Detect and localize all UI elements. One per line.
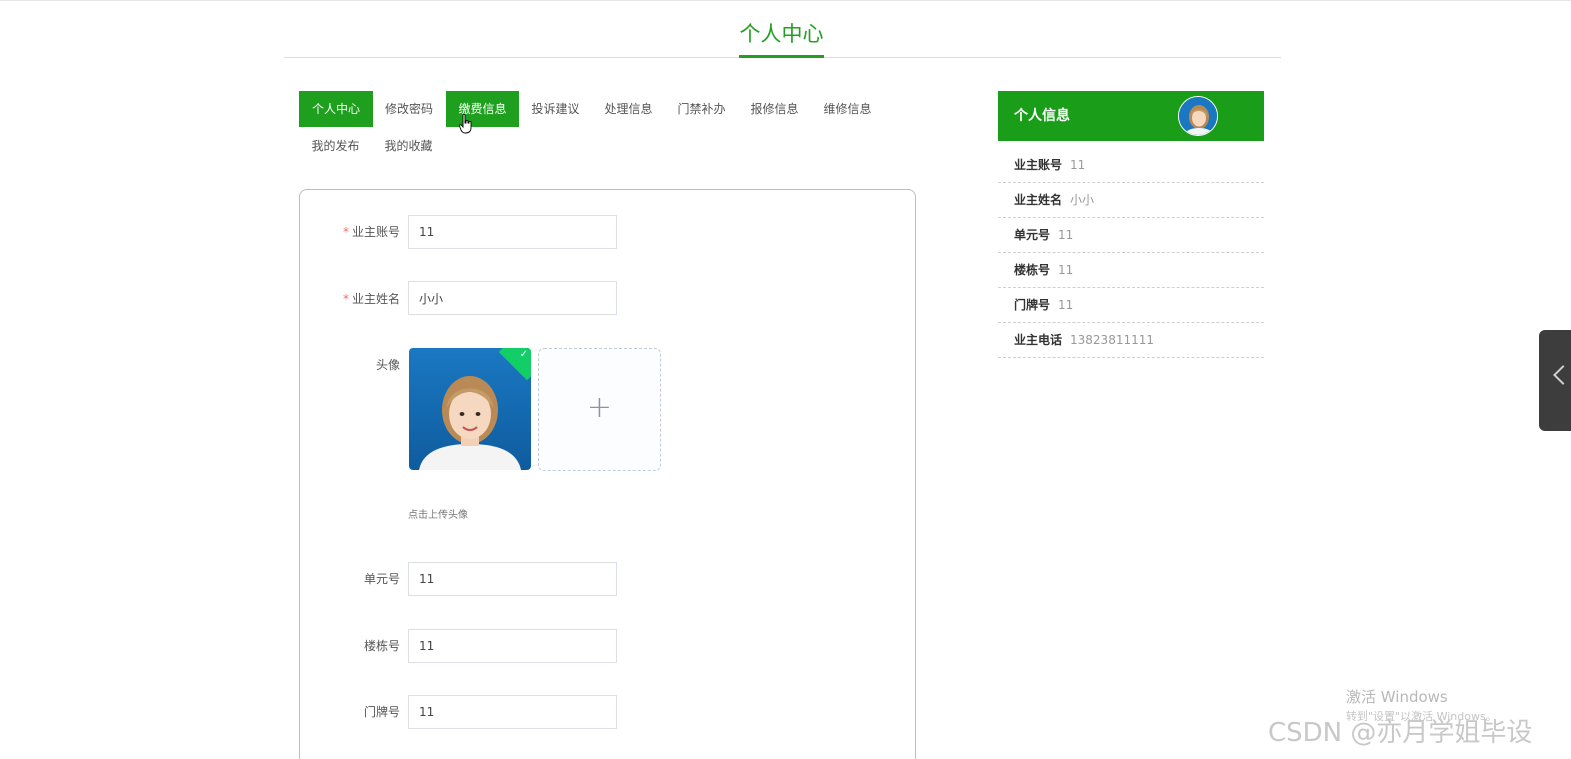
info-row-phone: 业主电话 13823811111 [998,323,1264,358]
required-mark: * [342,225,349,239]
tab-repair-report[interactable]: 报修信息 [738,91,811,127]
windows-activation-title: 激活 Windows [1346,688,1448,706]
avatar-label: 头像 [375,358,400,372]
page-title: 个人中心 [739,18,824,58]
tab-complaints[interactable]: 投诉建议 [519,91,592,127]
sidebar-title: 个人信息 [1014,108,1070,124]
tab-payment-info[interactable]: 缴费信息 [446,91,519,127]
info-row-account: 业主账号 11 [998,148,1264,183]
name-label: * 业主姓名 [300,291,400,307]
sidebar-avatar-photo [1179,97,1217,135]
plus-icon: + [586,390,613,425]
tab-my-posts[interactable]: 我的发布 [299,128,372,164]
hand-pointer-icon [459,114,472,134]
tab-change-password[interactable]: 修改密码 [372,91,446,127]
check-icon: ✓ [519,349,528,360]
info-value: 13823811111 [1070,333,1154,347]
upload-tip: 点击上传头像 [408,510,468,521]
info-key: 业主电话 [1014,333,1063,347]
info-value: 11 [1058,228,1074,242]
info-key: 单元号 [1014,228,1051,242]
csdn-watermark: CSDN @亦月学姐毕设 [1268,718,1533,748]
tab-maintenance-info[interactable]: 维修信息 [811,91,884,127]
building-input[interactable] [408,629,617,663]
building-label: 楼栋号 [363,639,400,653]
name-input[interactable] [408,281,617,315]
profile-form-card [299,189,916,759]
info-value: 11 [1070,158,1086,172]
info-value: 小小 [1070,193,1095,207]
door-input[interactable] [408,695,617,729]
account-label-text: 业主账号 [351,225,400,239]
tab-access-card[interactable]: 门禁补办 [665,91,738,127]
tab-personal-center[interactable]: 个人中心 [299,91,373,127]
door-label: 门牌号 [363,705,400,719]
avatar-upload-button[interactable]: + [538,348,661,471]
avatar-preview[interactable]: ✓ [409,348,531,470]
chevron-left-icon [1553,365,1571,385]
info-row-building: 楼栋号 11 [998,253,1264,288]
name-label-text: 业主姓名 [351,292,400,306]
required-mark: * [342,292,349,306]
info-key: 业主姓名 [1014,193,1063,207]
unit-label: 单元号 [363,572,400,586]
info-value: 11 [1058,263,1074,277]
tab-my-favorites[interactable]: 我的收藏 [372,128,445,164]
info-row-unit: 单元号 11 [998,218,1264,253]
tab-processing-info[interactable]: 处理信息 [592,91,665,127]
info-key: 业主账号 [1014,158,1063,172]
unit-input[interactable] [408,562,617,596]
float-side-tab[interactable] [1539,330,1571,431]
account-input[interactable] [408,215,617,249]
info-value: 11 [1058,298,1074,312]
info-key: 门牌号 [1014,298,1051,312]
account-label: * 业主账号 [300,224,400,240]
info-key: 楼栋号 [1014,263,1051,277]
sidebar-avatar [1178,96,1218,136]
info-row-door: 门牌号 11 [998,288,1264,323]
sidebar-header: 个人信息 [998,91,1264,141]
info-row-name: 业主姓名 小小 [998,183,1264,218]
